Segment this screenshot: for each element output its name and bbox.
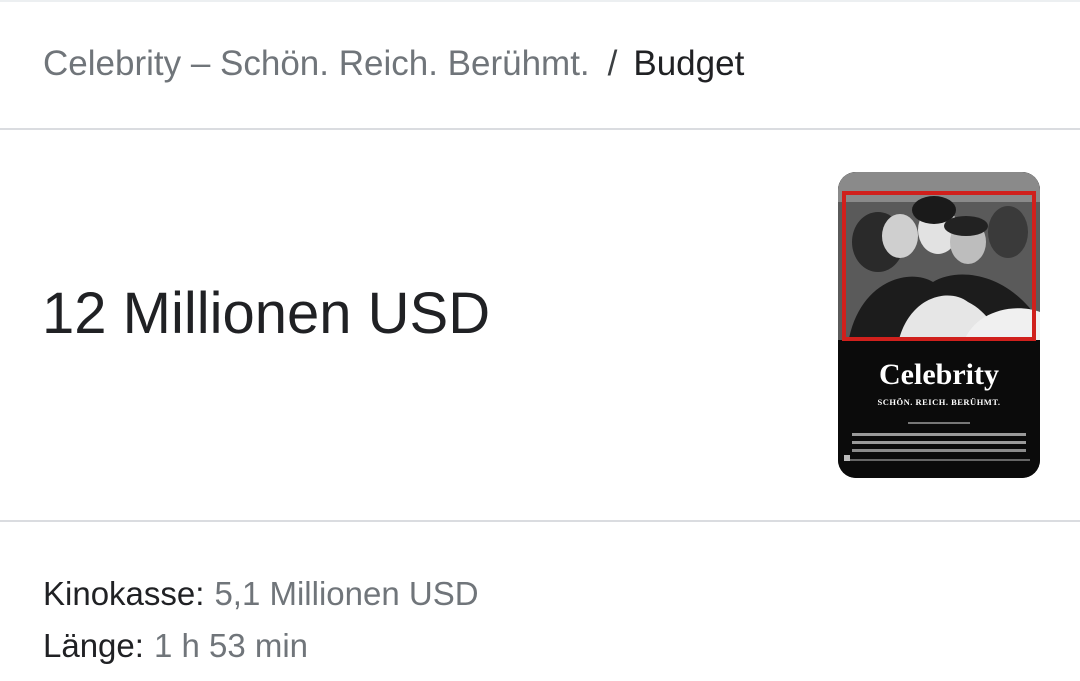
fact-value-link[interactable]: 5,1 Millionen USD bbox=[214, 568, 478, 620]
fact-label: Länge: bbox=[43, 627, 144, 664]
header-divider bbox=[0, 128, 1080, 130]
fact-value: 1 h 53 min bbox=[153, 627, 309, 664]
breadcrumb-parent-link[interactable]: Celebrity – Schön. Reich. Berühmt. bbox=[43, 42, 590, 86]
movie-poster[interactable]: Celebrity SCHÖN. REICH. BERÜHMT. bbox=[838, 172, 1040, 478]
content-divider bbox=[0, 520, 1080, 522]
fact-row-runtime: Länge: 1 h 53 min bbox=[43, 620, 479, 672]
fact-row-box-office: Kinokasse: 5,1 Millionen USD bbox=[43, 568, 479, 620]
poster-tagline: SCHÖN. REICH. BERÜHMT. bbox=[877, 397, 1000, 407]
movie-poster-image: Celebrity SCHÖN. REICH. BERÜHMT. bbox=[838, 172, 1040, 478]
budget-answer: 12 Millionen USD bbox=[42, 281, 491, 346]
facts-list: Kinokasse: 5,1 Millionen USD Länge: 1 h … bbox=[43, 568, 479, 672]
breadcrumb-current: Budget bbox=[633, 44, 745, 83]
breadcrumb-separator: / bbox=[607, 44, 618, 83]
knowledge-panel: Celebrity – Schön. Reich. Berühmt. / Bud… bbox=[0, 0, 1080, 681]
fact-label: Kinokasse: bbox=[43, 575, 205, 612]
top-divider bbox=[0, 0, 1080, 2]
breadcrumb: Celebrity – Schön. Reich. Berühmt. / Bud… bbox=[43, 42, 744, 86]
poster-title: Celebrity bbox=[879, 358, 999, 391]
